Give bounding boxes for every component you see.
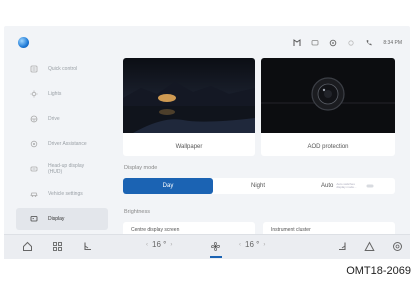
lights-icon [30, 90, 38, 98]
sidebar-item-driver-assistance[interactable]: Driver Assistance [16, 133, 108, 155]
voice-assistant-icon[interactable] [392, 241, 403, 252]
wallpaper-thumbnail [123, 58, 255, 133]
wallpaper-card[interactable]: Wallpaper [123, 58, 255, 156]
right-temp-decrease[interactable]: ‹ [239, 242, 241, 248]
settings-cog-icon[interactable] [329, 39, 337, 47]
chat-icon[interactable] [311, 39, 319, 47]
left-temp-increase[interactable]: › [170, 242, 172, 248]
aod-protection-card[interactable]: AOD protection [261, 58, 395, 156]
apps-grid-icon[interactable] [52, 241, 63, 252]
alert-triangle-icon[interactable] [364, 241, 375, 252]
sidebar-item-hud[interactable]: Head-up display (HUD) [16, 158, 108, 180]
instrument-cluster-label: Instrument cluster [271, 227, 311, 233]
sidebar-item-quick-control[interactable]: Quick control [16, 58, 108, 80]
display-mode-auto-label: Auto [321, 183, 334, 189]
display-mode-heading: Display mode [124, 165, 158, 171]
home-icon[interactable] [22, 241, 33, 252]
home-logo-icon[interactable] [18, 37, 29, 48]
sidebar-item-label: Lights [48, 91, 62, 97]
toggle-icon [366, 182, 374, 190]
display-mode-auto[interactable]: Auto Auto switches display mode... [303, 178, 395, 194]
seat-heating-icon[interactable] [82, 241, 93, 252]
right-temp-increase[interactable]: › [263, 242, 265, 248]
phone-icon[interactable] [365, 39, 373, 47]
aod-thumbnail [261, 58, 395, 133]
sidebar-item-label: Quick control [48, 66, 78, 72]
sidebar-item-label: Display [48, 216, 65, 222]
bottom-control-bar: ‹ 16 ° › ‹ 16 ° › [4, 234, 410, 259]
centre-display-label: Centre display screen [131, 227, 180, 233]
brightness-heading: Brightness [124, 209, 150, 215]
sidebar-item-label: Vehicle settings [48, 191, 83, 197]
aod-label: AOD protection [307, 144, 349, 150]
right-temperature-control[interactable]: ‹ 16 ° › [239, 240, 265, 249]
clock-time: 8:34 PM [383, 40, 402, 46]
status-bar: 8:34 PM [293, 36, 402, 50]
driver-assistance-icon [30, 140, 38, 148]
sidebar-item-lights[interactable]: Lights [16, 83, 108, 105]
sidebar-item-label: Head-up display (HUD) [48, 163, 85, 175]
navigation-icon[interactable] [293, 39, 301, 47]
hud-icon [30, 165, 38, 173]
location-icon[interactable] [347, 39, 355, 47]
wallpaper-label: Wallpaper [175, 144, 203, 150]
sidebar-item-display[interactable]: Display [16, 208, 108, 230]
left-temp-decrease[interactable]: ‹ [146, 242, 148, 248]
display-icon [30, 215, 38, 223]
display-mode-selector: Day Night Auto Auto switches display mod… [123, 178, 395, 194]
quick-control-icon [30, 65, 38, 73]
sidebar-item-label: Drive [48, 116, 60, 122]
sidebar-item-vehicle-settings[interactable]: Vehicle settings [16, 183, 108, 205]
passenger-seat-icon[interactable] [337, 241, 348, 252]
settings-sidebar: Quick control Lights Drive Driver Assist… [16, 58, 108, 233]
figure-code: OMT18-2069 [346, 265, 411, 277]
fan-active-indicator [210, 256, 222, 258]
display-mode-day[interactable]: Day [123, 178, 213, 194]
fan-icon[interactable] [210, 241, 221, 252]
vehicle-icon [30, 190, 38, 198]
left-temperature: 16 ° [152, 240, 167, 249]
infotainment-screen: 8:34 PM Quick control Lights Drive Drive… [4, 26, 410, 258]
sidebar-item-label: Driver Assistance [48, 141, 87, 147]
auto-mode-note: Auto switches display mode... [336, 181, 357, 189]
right-temperature: 16 ° [245, 240, 260, 249]
sidebar-item-drive[interactable]: Drive [16, 108, 108, 130]
drive-icon [30, 115, 38, 123]
display-mode-night[interactable]: Night [213, 178, 303, 194]
left-temperature-control[interactable]: ‹ 16 ° › [146, 240, 172, 249]
